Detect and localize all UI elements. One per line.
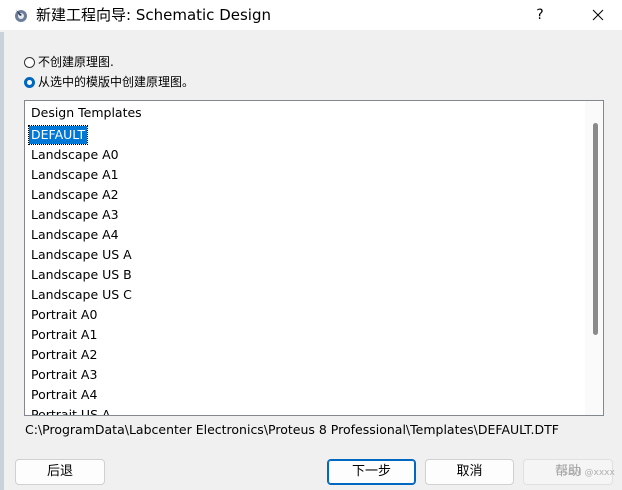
watermark: CSDN @xxxx	[556, 468, 615, 478]
radio-button[interactable]	[24, 56, 35, 68]
next-button[interactable]: 下一步	[327, 459, 416, 485]
help-icon[interactable]: ?	[518, 0, 562, 30]
radio-no-schematic[interactable]: 不创建原理图.	[24, 53, 114, 71]
back-button[interactable]: 后退	[15, 459, 105, 485]
list-item[interactable]: Portrait A1	[31, 326, 97, 344]
list-item[interactable]: Landscape US A	[31, 246, 132, 264]
list-item[interactable]: Landscape A3	[31, 206, 119, 224]
list-item[interactable]: Landscape A4	[31, 226, 119, 244]
template-list: Design Templates DEFAULT Landscape A0 La…	[25, 101, 585, 415]
list-item[interactable]: Landscape US B	[31, 266, 132, 284]
list-header: Design Templates	[31, 105, 142, 120]
cancel-button[interactable]: 取消	[425, 459, 514, 485]
window-title: 新建工程向导: Schematic Design	[36, 6, 271, 24]
list-item[interactable]: Landscape US C	[31, 286, 132, 304]
close-button[interactable]	[574, 0, 622, 30]
list-item[interactable]: Landscape A0	[31, 146, 119, 164]
list-item[interactable]: Portrait A0	[31, 306, 97, 324]
list-item[interactable]: Portrait A2	[31, 346, 97, 364]
vertical-scrollbar[interactable]	[585, 101, 603, 415]
close-icon	[592, 9, 604, 21]
list-item[interactable]: Portrait A4	[31, 386, 97, 404]
template-path: C:\ProgramData\Labcenter Electronics\Pro…	[25, 422, 559, 437]
scrollbar-thumb[interactable]	[593, 123, 598, 335]
list-item[interactable]: Portrait A3	[31, 366, 97, 384]
radio-label: 不创建原理图.	[38, 55, 114, 69]
title-bar: 新建工程向导: Schematic Design ?	[0, 0, 622, 30]
app-icon	[15, 10, 27, 22]
radio-from-template[interactable]: 从选中的模版中创建原理图。	[24, 73, 194, 91]
template-listbox[interactable]: Design Templates DEFAULT Landscape A0 La…	[24, 100, 604, 416]
list-item[interactable]: Landscape A2	[31, 186, 119, 204]
list-item[interactable]: Portrait US A	[31, 406, 111, 415]
radio-label: 从选中的模版中创建原理图。	[38, 75, 195, 89]
radio-button-checked[interactable]	[24, 76, 35, 88]
list-item-selected[interactable]: DEFAULT	[27, 125, 89, 145]
list-item[interactable]: Landscape A1	[31, 166, 119, 184]
